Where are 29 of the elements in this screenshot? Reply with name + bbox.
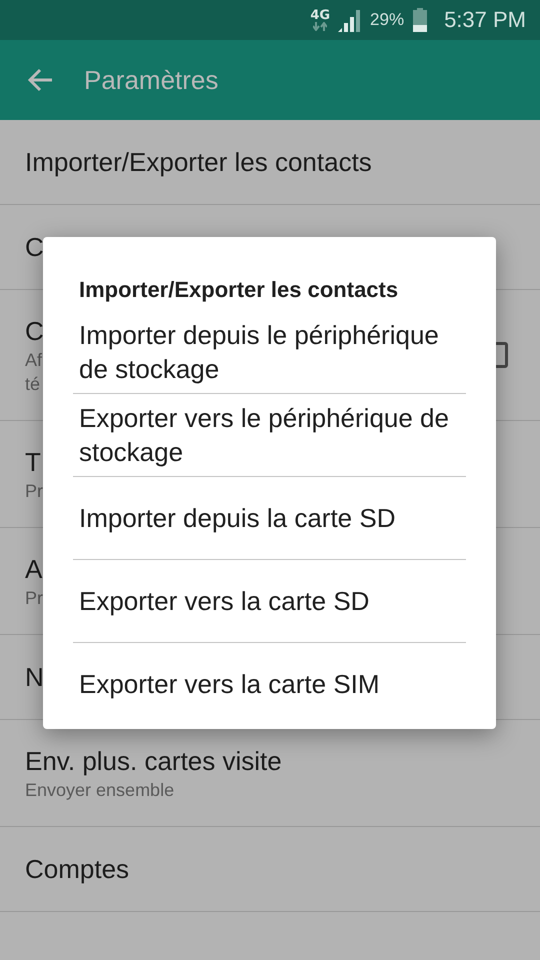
setting-title: C [25,315,44,348]
setting-title: Importer/Exporter les contacts [25,146,372,179]
dialog-title: Importer/Exporter les contacts [78,277,400,303]
screen-title: Paramètres [84,64,218,96]
setting-title: A [25,553,42,586]
network-type: 4G [310,9,330,22]
dialog-option[interactable]: Importer depuis la carte SD [73,476,466,559]
signal-icon [338,8,362,32]
setting-summary: Pr [25,480,43,503]
setting-summary: Envoyer ensemble [25,779,174,802]
settings-item[interactable]: Importer/Exporter les contacts [0,120,540,205]
data-arrows-icon [313,22,328,31]
setting-title: N [25,661,44,694]
setting-summary: Af [25,349,42,372]
back-button[interactable] [28,68,54,92]
dialog-option[interactable]: Exporter vers la carte SD [73,559,466,642]
dialog-option[interactable]: Exporter vers la carte SIM [73,642,466,725]
battery-icon [412,8,428,32]
battery-percent: 29% [370,10,404,30]
dialog-option[interactable]: Importer depuis le périphérique de stockage [73,311,466,393]
setting-summary: Pr [25,587,43,610]
setting-title: Comptes [25,853,130,886]
setting-title: T [25,446,41,479]
clock: 5:37 PM [444,7,526,33]
setting-title: Env. plus. cartes visite [25,745,282,778]
setting-title: C [25,231,44,264]
settings-item[interactable]: Comptes [0,827,540,912]
setting-summary: té [25,373,40,396]
dialog-option[interactable]: Exporter vers le périphérique de stockage [73,393,466,476]
